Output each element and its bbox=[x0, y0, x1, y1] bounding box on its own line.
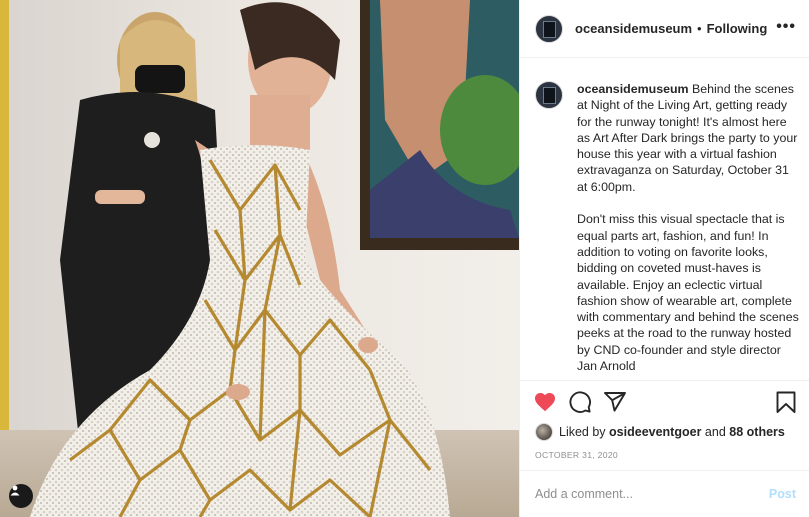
post-photo[interactable] bbox=[0, 0, 519, 517]
post-header: oceansidemuseum • Following ••• bbox=[520, 0, 809, 58]
separator-dot: • bbox=[697, 21, 702, 36]
bookmark-icon[interactable] bbox=[775, 390, 797, 414]
account-avatar[interactable] bbox=[535, 14, 563, 43]
comment-input[interactable] bbox=[535, 487, 755, 501]
user-tag-button[interactable] bbox=[9, 484, 33, 508]
caption-section: oceansidemuseum Behind the scenes at Nig… bbox=[520, 59, 809, 381]
heart-icon[interactable] bbox=[533, 390, 557, 414]
caption-username[interactable]: oceansidemuseum bbox=[577, 82, 689, 96]
likes-and: and bbox=[704, 425, 726, 439]
more-options-button[interactable]: ••• bbox=[776, 18, 796, 36]
comment-bar: Post bbox=[520, 470, 809, 517]
comment-icon[interactable] bbox=[568, 390, 592, 414]
photo-illustration bbox=[0, 0, 519, 517]
account-username[interactable]: oceansidemuseum bbox=[575, 21, 692, 36]
post-date[interactable]: OCTOBER 31, 2020 bbox=[535, 450, 618, 460]
post-comment-button[interactable]: Post bbox=[769, 487, 796, 501]
post-caption: oceansidemuseum Behind the scenes at Nig… bbox=[577, 81, 799, 374]
liker-avatar[interactable] bbox=[535, 423, 553, 441]
following-button[interactable]: Following bbox=[707, 21, 768, 36]
action-bar bbox=[520, 390, 809, 420]
liker-username[interactable]: osideeventgoer bbox=[609, 425, 701, 439]
share-icon[interactable] bbox=[603, 390, 627, 414]
likes-count[interactable]: 88 others bbox=[729, 425, 785, 439]
caption-text: Behind the scenes at Night of the Living… bbox=[577, 82, 799, 374]
caption-avatar[interactable] bbox=[535, 81, 563, 109]
post-side-panel: oceansidemuseum • Following ••• oceansid… bbox=[519, 0, 809, 517]
likes-summary: Liked by osideeventgoer and 88 others bbox=[535, 423, 785, 441]
user-tag-icon bbox=[10, 485, 20, 496]
likes-prefix: Liked by bbox=[559, 425, 606, 439]
